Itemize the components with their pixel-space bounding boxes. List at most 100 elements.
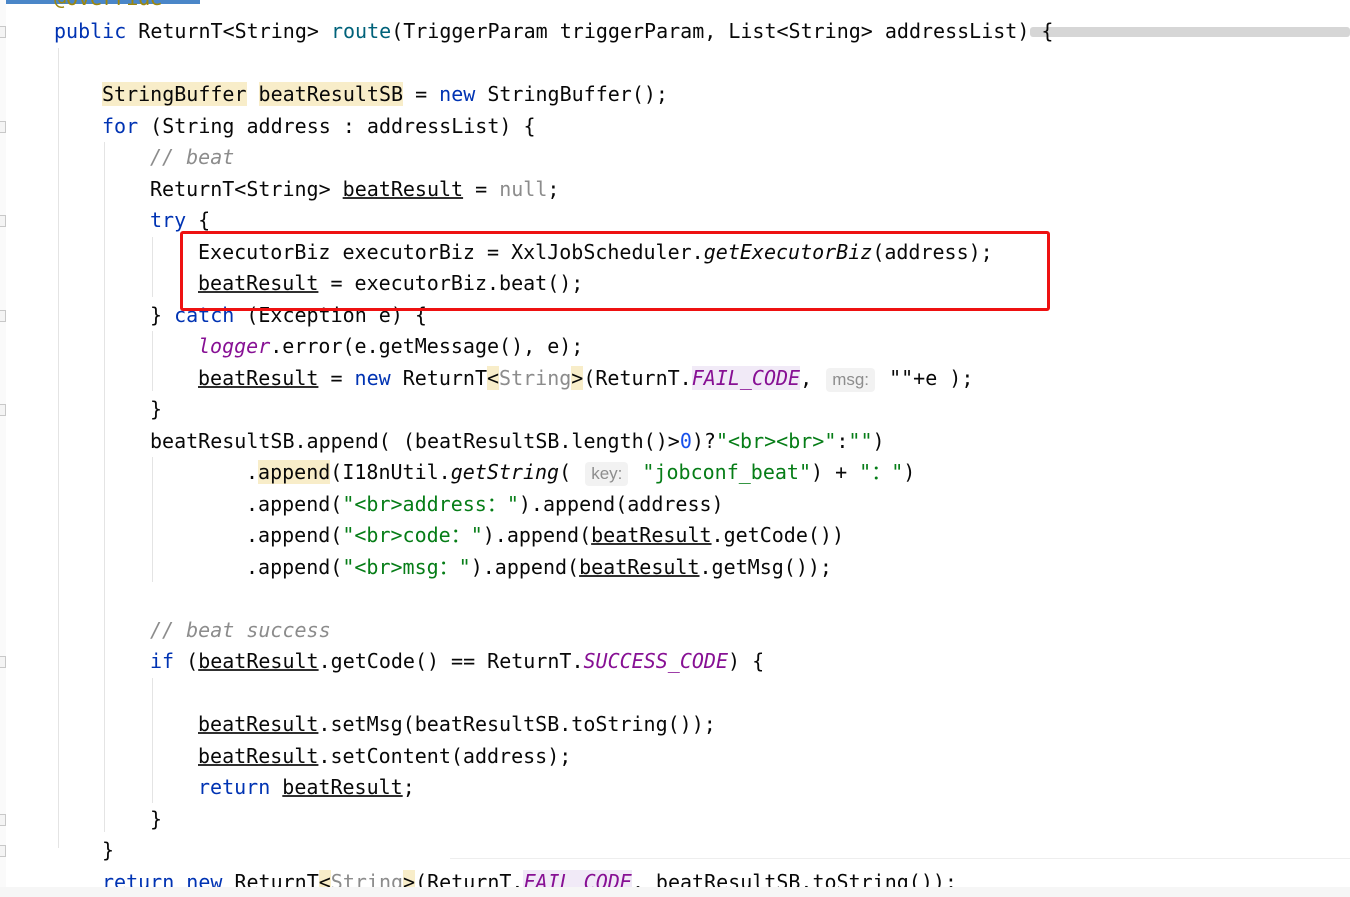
code-text: (String address : addressList) {: [138, 114, 536, 138]
keyword: new: [354, 366, 391, 390]
code-line-close: }: [150, 397, 163, 421]
code-line-setmsg: beatResult.setMsg(beatResultSB.toString(…: [198, 709, 716, 739]
code-text: }: [150, 303, 175, 327]
constant: FAIL_CODE: [691, 366, 801, 390]
null-literal: null: [499, 177, 548, 201]
static-method: getString: [450, 460, 560, 484]
variable: beatResult: [342, 177, 464, 201]
code-text: .append(: [246, 492, 343, 516]
comment-beat: // beat: [150, 145, 235, 169]
string-literal: "<br>address：": [342, 492, 519, 516]
fold-marker[interactable]: [0, 121, 6, 133]
keyword: return: [198, 775, 271, 799]
method-highlight: append: [258, 460, 331, 484]
code-text: .getCode() == ReturnT.: [318, 649, 584, 673]
code-text: ;: [402, 775, 415, 799]
code-text: {: [186, 208, 211, 232]
code-text: (I18nUtil.: [330, 460, 451, 484]
code-line-signature: public ReturnT<String> route(TriggerPara…: [54, 16, 1053, 46]
string-literal: "<br>msg：": [342, 555, 471, 579]
code-text: ;: [547, 177, 560, 201]
code-line-append2: .append(I18nUtil.getString( key: "jobcon…: [246, 457, 915, 487]
code-text: .getMsg());: [699, 555, 832, 579]
fold-marker[interactable]: [0, 656, 6, 668]
indent-guide: [58, 48, 59, 848]
code-line-close: }: [150, 807, 163, 831]
code-line-logger: logger.error(e.getMessage(), e);: [198, 331, 583, 361]
string-literal: "jobconf_beat": [630, 460, 811, 484]
code-line-stringbuffer: StringBuffer beatResultSB = new StringBu…: [102, 79, 668, 109]
keyword: public: [54, 19, 127, 43]
variable: beatResult: [198, 712, 319, 736]
code-line-append4: .append("<br>code：").append(beatResult.g…: [246, 520, 844, 550]
code-text: )?: [691, 429, 716, 453]
fold-marker[interactable]: [0, 26, 6, 38]
variable: beatResult: [198, 744, 319, 768]
type: ReturnT<String>: [138, 19, 319, 43]
type-highlight: StringBuffer: [102, 82, 247, 106]
highlight-box: [180, 231, 1050, 311]
code-line-for: for (String address : addressList) {: [102, 111, 535, 141]
bottom-edge: [0, 887, 1350, 897]
indent-guide: [152, 457, 153, 582]
code-line-if: if (beatResult.getCode() == ReturnT.SUCC…: [150, 646, 764, 676]
fold-marker[interactable]: [0, 404, 6, 416]
keyword: if: [150, 649, 175, 673]
fold-marker[interactable]: [0, 814, 6, 826]
code-line-append5: .append("<br>msg：").append(beatResult.ge…: [246, 552, 832, 582]
variable: beatResult: [198, 366, 319, 390]
code-text: ) {: [728, 649, 765, 673]
code-text: beatResultSB.append( (beatResultSB.lengt…: [150, 429, 680, 453]
parameter-hint: key:: [585, 462, 629, 486]
gutter: [0, 0, 6, 897]
field: logger: [198, 334, 271, 358]
annotation-line: @Override: [54, 0, 162, 13]
operator: =: [318, 366, 355, 390]
annotation: @Override: [54, 0, 162, 10]
indent-guide: [152, 237, 153, 297]
code-text: StringBuffer();: [475, 82, 668, 106]
code-editor[interactable]: @Override public ReturnT<String> route(T…: [0, 0, 1350, 897]
fold-marker[interactable]: [0, 215, 6, 227]
string-literal: "<br><br>": [715, 429, 837, 453]
code-text: ).append(address): [518, 492, 724, 516]
variable: beatResult: [579, 555, 700, 579]
caret-line-highlight: [450, 858, 1350, 859]
code-line-decl: ReturnT<String> beatResult = null;: [150, 174, 559, 204]
code-text: .setContent(address);: [318, 744, 572, 768]
variable: beatResult: [591, 523, 712, 547]
bracket-highlight: <: [487, 366, 500, 390]
code-line-fail: beatResult = new ReturnT<String>(ReturnT…: [198, 363, 973, 393]
bracket-highlight: >: [571, 366, 584, 390]
keyword: try: [150, 208, 187, 232]
constant: SUCCESS_CODE: [583, 649, 729, 673]
operator: =: [463, 177, 500, 201]
variable: beatResult: [198, 649, 319, 673]
indent-guide: [152, 331, 153, 391]
fold-marker[interactable]: [0, 845, 6, 857]
type: ReturnT<String>: [150, 177, 343, 201]
code-text: ReturnT: [390, 366, 487, 390]
code-text: ).append(: [470, 555, 580, 579]
code-text: ) +: [811, 460, 860, 484]
code-text: ): [872, 429, 885, 453]
code-line-append1: beatResultSB.append( (beatResultSB.lengt…: [150, 426, 885, 456]
code-text: ""+e );: [877, 366, 974, 390]
code-line-append3: .append("<br>address：").append(address): [246, 489, 724, 519]
horizontal-scrollbar[interactable]: [1030, 27, 1350, 37]
fold-marker[interactable]: [0, 310, 6, 322]
code-text: .error(e.getMessage(), e);: [270, 334, 584, 358]
code-text: .append(: [246, 523, 343, 547]
code-text: ): [903, 460, 916, 484]
operator: =: [403, 82, 440, 106]
code-text: .append(: [246, 555, 343, 579]
code-text: (: [559, 460, 584, 484]
code-text: ).append(: [482, 523, 592, 547]
code-line-close: }: [102, 838, 115, 862]
code-text: .: [246, 460, 259, 484]
indent-guide: [104, 142, 105, 832]
params: (TriggerParam triggerParam, List<String>…: [391, 19, 1054, 43]
number-literal: 0: [679, 429, 692, 453]
method-name: route: [330, 19, 392, 43]
code-text: (: [174, 649, 199, 673]
